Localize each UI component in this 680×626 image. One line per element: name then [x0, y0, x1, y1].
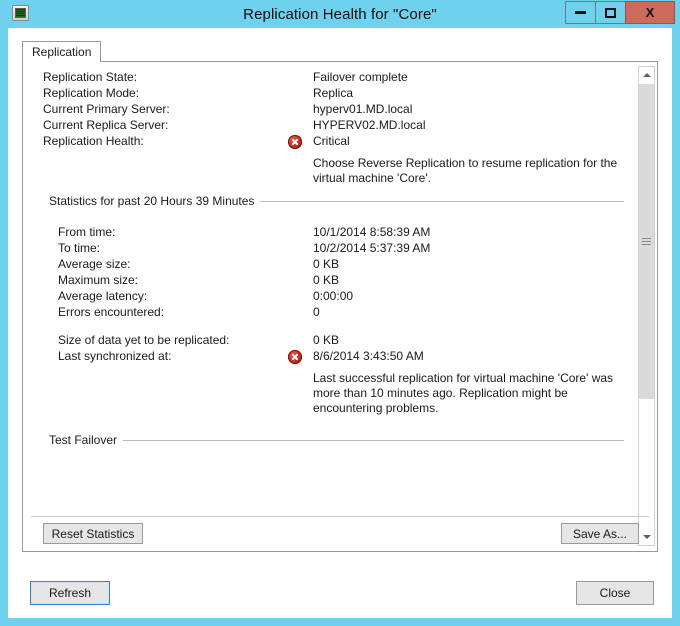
- label-average-latency: Average latency:: [58, 289, 148, 303]
- statistics-group-line: [260, 200, 624, 202]
- chevron-up-icon: [642, 73, 651, 77]
- save-as-button[interactable]: Save As...: [561, 523, 639, 544]
- tab-page-replication: Replication State: Failover complete Rep…: [22, 61, 658, 552]
- statistics-group-title: Statistics for past 20 Hours 39 Minutes: [49, 194, 255, 208]
- health-detail-text: Choose Reverse Replication to resume rep…: [313, 156, 618, 185]
- test-failover-group-line: [123, 439, 624, 441]
- value-replication-state: Failover complete: [313, 70, 408, 84]
- label-from-time: From time:: [58, 225, 116, 239]
- row-size-of-data-yet-to-be-replicated: Size of data yet to be replicated: 0 KB: [23, 333, 638, 349]
- test-failover-group-header: Test Failover: [49, 433, 624, 447]
- value-to-time: 10/2/2014 5:37:39 AM: [313, 241, 431, 255]
- label-maximum-size: Maximum size:: [58, 273, 139, 287]
- close-button[interactable]: X: [625, 1, 675, 24]
- label-replication-health: Replication Health:: [43, 134, 144, 148]
- report-content: Replication State: Failover complete Rep…: [23, 70, 638, 447]
- label-last-synchronized-at: Last synchronized at:: [58, 349, 172, 363]
- client-area: Replication Replication State: Failover …: [8, 28, 672, 618]
- minimize-icon: [575, 11, 586, 14]
- row-last-synchronized-at: Last synchronized at: 8/6/2014 3:43:50 A…: [23, 349, 638, 365]
- value-current-primary-server: hyperv01.MD.local: [313, 102, 413, 116]
- row-errors-encountered: Errors encountered: 0: [23, 305, 638, 321]
- row-replication-mode: Replication Mode: Replica: [23, 86, 638, 102]
- row-current-primary-server: Current Primary Server: hyperv01.MD.loca…: [23, 102, 638, 118]
- value-errors-encountered: 0: [313, 305, 320, 319]
- label-replication-state: Replication State:: [43, 70, 138, 84]
- value-replication-mode: Replica: [313, 86, 354, 100]
- row-maximum-size: Maximum size: 0 KB: [23, 273, 638, 289]
- vertical-scrollbar[interactable]: [638, 66, 655, 546]
- value-average-size: 0 KB: [313, 257, 340, 271]
- row-current-replica-server: Current Replica Server: HYPERV02.MD.loca…: [23, 118, 638, 134]
- label-to-time: To time:: [58, 241, 101, 255]
- row-from-time: From time: 10/1/2014 8:58:39 AM: [23, 225, 638, 241]
- value-average-latency: 0:00:00: [313, 289, 354, 303]
- error-icon: [288, 135, 302, 149]
- test-failover-group-title: Test Failover: [49, 433, 118, 447]
- label-current-replica-server: Current Replica Server:: [43, 118, 169, 132]
- statistics-rows: From time: 10/1/2014 8:58:39 AM To time:…: [23, 225, 638, 321]
- label-average-size: Average size:: [58, 257, 131, 271]
- chevron-down-icon: [642, 535, 651, 539]
- title-bar[interactable]: Replication Health for "Core" X: [0, 0, 680, 28]
- scrollbar-thumb[interactable]: [639, 84, 654, 399]
- pending-rows: Size of data yet to be replicated: 0 KB …: [23, 333, 638, 365]
- replication-health-window: Replication Health for "Core" X Replicat…: [0, 0, 680, 626]
- label-current-primary-server: Current Primary Server:: [43, 102, 170, 116]
- value-from-time: 10/1/2014 8:58:39 AM: [313, 225, 431, 239]
- value-current-replica-server: HYPERV02.MD.local: [313, 118, 426, 132]
- value-size-of-data-yet-to-be-replicated: 0 KB: [313, 333, 340, 347]
- footer-separator: [31, 516, 649, 517]
- label-size-of-data-yet-to-be-replicated: Size of data yet to be replicated:: [58, 333, 230, 347]
- minimize-button[interactable]: [565, 1, 596, 24]
- row-replication-state: Replication State: Failover complete: [23, 70, 638, 86]
- refresh-button[interactable]: Refresh: [30, 581, 110, 605]
- row-replication-health: Replication Health: Critical: [23, 134, 638, 150]
- label-errors-encountered: Errors encountered:: [58, 305, 165, 319]
- label-replication-mode: Replication Mode:: [43, 86, 140, 100]
- window-controls: X: [565, 1, 675, 24]
- report-viewport: Replication State: Failover complete Rep…: [23, 61, 638, 551]
- computer-monitor-icon: [12, 5, 29, 21]
- value-replication-health: Critical: [313, 134, 350, 148]
- reset-statistics-button[interactable]: Reset Statistics: [43, 523, 143, 544]
- sync-detail-text: Last successful replication for virtual …: [313, 371, 614, 415]
- error-icon: [288, 350, 302, 364]
- tab-replication[interactable]: Replication: [22, 41, 102, 62]
- tab-strip: Replication: [22, 41, 658, 62]
- scroll-down-button[interactable]: [639, 529, 654, 545]
- maximize-button[interactable]: [595, 1, 626, 24]
- maximize-icon: [605, 7, 616, 18]
- tab-strip-line: [22, 61, 658, 62]
- close-dialog-button[interactable]: Close: [576, 581, 654, 605]
- value-maximum-size: 0 KB: [313, 273, 340, 287]
- row-average-latency: Average latency: 0:00:00: [23, 289, 638, 305]
- row-to-time: To time: 10/2/2014 5:37:39 AM: [23, 241, 638, 257]
- grip-icon: [642, 236, 651, 247]
- statistics-group-header: Statistics for past 20 Hours 39 Minutes: [49, 194, 624, 208]
- row-average-size: Average size: 0 KB: [23, 257, 638, 273]
- scroll-up-button[interactable]: [639, 67, 654, 83]
- value-last-synchronized-at: 8/6/2014 3:43:50 AM: [313, 349, 424, 363]
- close-icon: X: [645, 5, 655, 20]
